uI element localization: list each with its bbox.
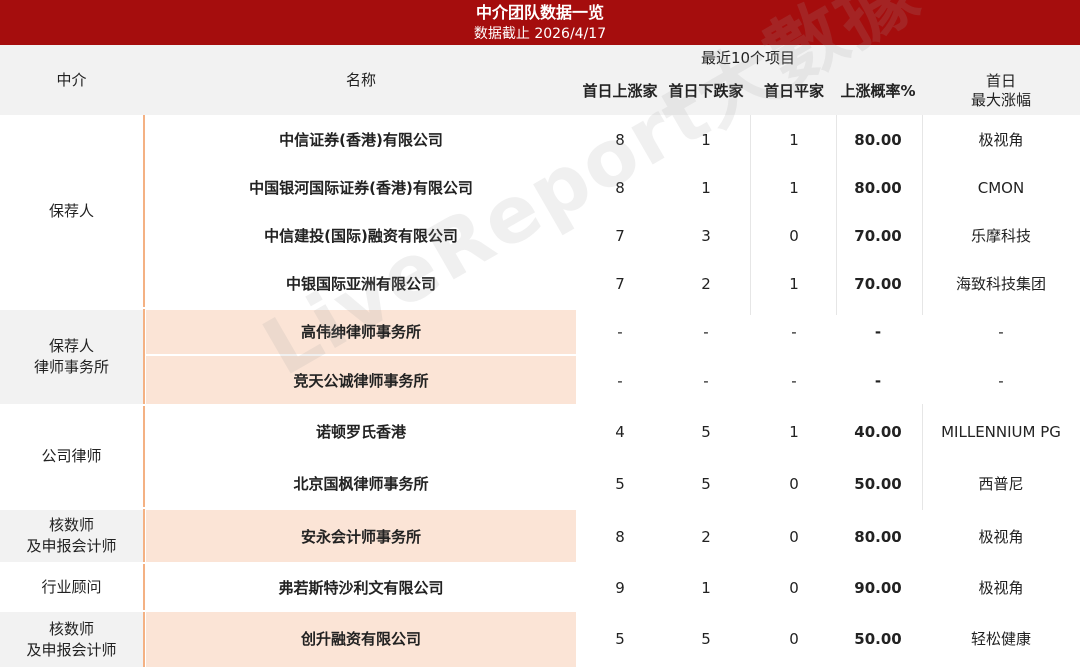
- cell-name: 北京国枫律师事务所: [293, 474, 429, 493]
- cell-name: 竞天公诚律师事务所: [293, 371, 429, 390]
- cell-name: 中国银河国际证券(香港)有限公司: [249, 178, 473, 197]
- column-separator: [750, 115, 751, 315]
- cell-flat: 0: [789, 226, 799, 245]
- group-label-auditor: 核数师 及申报会计师: [0, 510, 143, 562]
- group-label-company-lawyer: 公司律师: [41, 447, 102, 465]
- cell-name: 高伟绅律师事务所: [300, 322, 421, 341]
- cell-down: 3: [701, 226, 711, 245]
- cell-up: 8: [615, 527, 625, 546]
- cell-rate: 50.00: [854, 629, 902, 648]
- cell-flat: 1: [789, 274, 799, 293]
- cell-down: 1: [701, 130, 711, 149]
- cell-name: 创升融资有限公司: [300, 629, 421, 648]
- cell-down: 1: [701, 178, 711, 197]
- cell-rate: 70.00: [854, 226, 902, 245]
- cell-down: 5: [701, 422, 711, 441]
- cell-down: 1: [701, 578, 711, 597]
- cell-up: 5: [615, 629, 625, 648]
- cell-up: 8: [615, 178, 625, 197]
- group-label-line1: 保荐人: [48, 337, 94, 355]
- cell-flat: 0: [789, 474, 799, 493]
- cell-rate: -: [874, 371, 882, 390]
- cell-up: 7: [615, 274, 625, 293]
- cell-name: 中信证券(香港)有限公司: [279, 130, 443, 149]
- header-down-count: 首日下跌家: [668, 81, 744, 100]
- header-name: 名称: [345, 70, 376, 89]
- cell-max-gain: MILLENNIUM PG: [941, 422, 1061, 441]
- cell-rate: 90.00: [854, 578, 902, 597]
- cell-rate: 80.00: [854, 178, 902, 197]
- cell-up: -: [617, 371, 623, 390]
- cell-up: 8: [615, 130, 625, 149]
- cell-flat: 1: [789, 130, 799, 149]
- cell-flat: -: [791, 322, 797, 341]
- cell-up: 4: [615, 422, 625, 441]
- group-label-line2: 律师事务所: [33, 358, 109, 376]
- group-separator: [0, 307, 576, 309]
- cell-flat: -: [791, 371, 797, 390]
- cell-max-gain: 西普尼: [978, 474, 1024, 493]
- column-separator: [836, 115, 837, 315]
- group-separator: [0, 507, 576, 509]
- group-divider-line: [143, 115, 145, 667]
- table-header: 中介 名称 最近10个项目 首日上涨家 首日下跌家 首日平家 上涨概率% 首日 …: [0, 45, 1080, 115]
- cell-name: 中银国际亚洲有限公司: [285, 274, 436, 293]
- cell-up: -: [617, 322, 623, 341]
- cell-rate: 40.00: [854, 422, 902, 441]
- group-label-auditor-2: 核数师 及申报会计师: [0, 612, 143, 667]
- cell-down: -: [703, 322, 709, 341]
- cell-rate: 50.00: [854, 474, 902, 493]
- cell-rate: 80.00: [854, 130, 902, 149]
- cell-max-gain: 海致科技集团: [955, 274, 1046, 293]
- header-recent-10-projects: 最近10个项目: [700, 48, 796, 67]
- cell-flat: 0: [789, 629, 799, 648]
- group-label-sponsor: 保荐人: [48, 201, 94, 220]
- cell-down: 5: [701, 629, 711, 648]
- cell-rate: 70.00: [854, 274, 902, 293]
- header-up-count: 首日上涨家: [582, 81, 658, 100]
- cell-name: 中信建投(国际)融资有限公司: [264, 226, 458, 245]
- group-label-line2: 及申报会计师: [26, 537, 117, 555]
- cell-max-gain: 乐摩科技: [970, 226, 1031, 245]
- header-agency: 中介: [56, 70, 87, 89]
- cell-name: 诺顿罗氏香港: [315, 422, 406, 441]
- group-label-line2: 及申报会计师: [26, 640, 117, 659]
- cell-flat: 0: [789, 578, 799, 597]
- group-label-industry-consultant: 行业顾问: [41, 577, 102, 596]
- header-up-rate: 上涨概率%: [840, 81, 916, 100]
- cell-flat: 0: [789, 527, 799, 546]
- header-max-gain-line1: 首日: [985, 72, 1016, 90]
- cell-name: 安永会计师事务所: [300, 527, 421, 546]
- cell-max-gain: 极视角: [978, 578, 1024, 597]
- group-label-line1: 核数师: [48, 619, 94, 638]
- cell-down: 2: [701, 274, 711, 293]
- header-max-gain: 首日 最大涨幅: [922, 69, 1080, 113]
- header-flat-count: 首日平家: [763, 81, 824, 100]
- table-title-bar: 中介团队数据一览 数据截止 2026/4/17: [0, 0, 1080, 45]
- cell-max-gain: CMON: [977, 178, 1025, 197]
- cell-max-gain: -: [998, 322, 1004, 341]
- cell-flat: 1: [789, 178, 799, 197]
- table-subtitle: 数据截止 2026/4/17: [473, 26, 607, 42]
- cell-max-gain: 轻松健康: [970, 629, 1031, 648]
- table-title: 中介团队数据一览: [475, 3, 604, 22]
- cell-down: 5: [701, 474, 711, 493]
- cell-down: 2: [701, 527, 711, 546]
- cell-max-gain: -: [998, 371, 1004, 390]
- cell-name: 弗若斯特沙利文有限公司: [278, 578, 444, 597]
- cell-max-gain: 极视角: [978, 527, 1024, 546]
- cell-rate: -: [874, 322, 882, 341]
- cell-up: 9: [615, 578, 625, 597]
- group-label-sponsor-lawyer: 保荐人 律师事务所: [0, 310, 143, 404]
- cell-down: -: [703, 371, 709, 390]
- cell-flat: 1: [789, 422, 799, 441]
- cell-up: 5: [615, 474, 625, 493]
- cell-rate: 80.00: [854, 527, 902, 546]
- group-label-line1: 核数师: [48, 516, 94, 534]
- header-max-gain-line2: 最大涨幅: [970, 91, 1031, 109]
- cell-up: 7: [615, 226, 625, 245]
- cell-max-gain: 极视角: [978, 130, 1024, 149]
